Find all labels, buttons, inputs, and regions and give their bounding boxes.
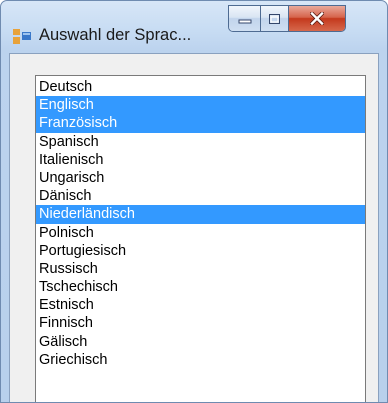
list-item[interactable]: Ungarisch (36, 169, 365, 187)
list-item[interactable]: Estnisch (36, 296, 365, 314)
maximize-button[interactable] (261, 6, 289, 31)
list-item[interactable]: Gälisch (36, 333, 365, 351)
list-item[interactable]: Englisch (36, 96, 365, 115)
minimize-button[interactable] (229, 6, 261, 31)
close-icon (310, 12, 324, 25)
language-selection-window: Auswahl der Sprac... Deutsch Englisch Fr… (0, 0, 388, 403)
list-item[interactable]: Französisch (36, 114, 365, 133)
close-button[interactable] (289, 6, 345, 31)
caption-buttons (228, 5, 346, 32)
language-list: Deutsch Englisch Französisch Spanisch Italie… (36, 76, 365, 369)
minimize-icon (238, 19, 251, 23)
list-item[interactable]: Polnisch (36, 224, 365, 242)
list-item[interactable]: Spanisch (36, 133, 365, 151)
window-title: Auswahl der Sprac... (39, 26, 192, 44)
list-item[interactable]: Russisch (36, 260, 365, 278)
title-bar[interactable]: Auswahl der Sprac... (1, 1, 387, 51)
language-listbox[interactable]: Deutsch Englisch Französisch Spanisch Italie… (35, 75, 366, 402)
list-item[interactable]: Niederländisch (36, 205, 365, 224)
list-item[interactable]: Dänisch (36, 187, 365, 205)
list-item[interactable]: Deutsch (36, 78, 365, 96)
list-item[interactable]: Finnisch (36, 314, 365, 332)
list-item[interactable]: Tschechisch (36, 278, 365, 296)
list-item[interactable]: Italienisch (36, 151, 365, 169)
app-window-icon (13, 29, 31, 44)
list-item[interactable]: Griechisch (36, 351, 365, 369)
maximize-icon (269, 13, 280, 24)
window-client-area: Deutsch Englisch Französisch Spanisch Italie… (9, 53, 379, 402)
list-item[interactable]: Portugiesisch (36, 242, 365, 260)
